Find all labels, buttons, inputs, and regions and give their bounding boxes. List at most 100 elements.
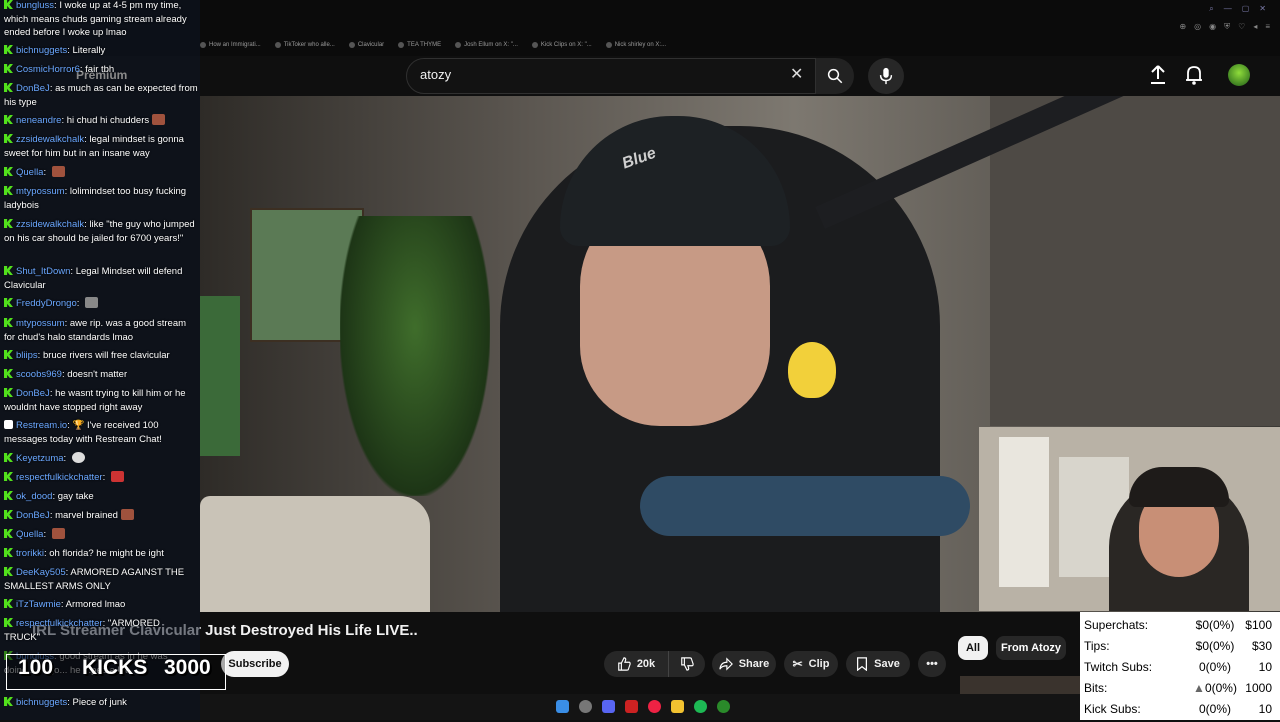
webcam-window-blinds [999, 437, 1049, 587]
chat-username: bichnuggets [16, 697, 68, 708]
chat-username: bliips [16, 350, 38, 361]
app-icon[interactable] [625, 700, 638, 713]
taskbar-icons [556, 700, 730, 713]
kick-icon [4, 529, 13, 538]
chat-message: Shut_ItDown: Legal Mindset will defend C… [4, 266, 183, 291]
thumbs-up-icon [617, 657, 631, 671]
emote-icon [71, 452, 85, 463]
chat-username: trorikki [16, 548, 44, 559]
speaker-icon[interactable]: ◂ [1253, 22, 1257, 32]
stat-label: Superchats: [1084, 618, 1149, 632]
clear-search-icon[interactable]: ✕ [790, 64, 803, 84]
window-controls: ⌕ — ▢ ✕ [1209, 4, 1266, 14]
webcam-cap [1129, 467, 1229, 507]
save-button[interactable]: Save [846, 651, 910, 677]
chat-username: Quella [16, 167, 44, 178]
shield-icon[interactable]: ⛨ [1224, 22, 1230, 32]
search-icon[interactable]: ⌕ [1209, 4, 1213, 14]
like-button[interactable]: 20k [604, 651, 668, 677]
chat-text: Armored lmao [65, 599, 126, 610]
chat-text: Literally [72, 45, 106, 56]
extension-icon[interactable]: ◎ [1194, 22, 1201, 32]
upload-icon[interactable] [1148, 64, 1168, 91]
bits-triangle-icon: ▲ [1193, 681, 1205, 695]
chat-username: DonBeJ [16, 83, 50, 94]
bookmark-item[interactable]: How an Immigrati... [200, 38, 261, 52]
xbox-icon[interactable] [717, 700, 730, 713]
chat-message: DonBeJ: he wasnt trying to kill him or h… [4, 388, 186, 413]
webcam-overlay [979, 427, 1280, 611]
chat-message: bliips: bruce rivers will free clavicula… [4, 349, 198, 363]
emote-icon [51, 166, 65, 177]
spotify-icon[interactable] [694, 700, 707, 713]
chat-message: iTzTawmie: Armored lmao [4, 598, 198, 612]
share-icon [719, 657, 733, 671]
bookmark-item[interactable]: Nick shirley on X:... [605, 38, 666, 52]
kick-icon [4, 45, 13, 54]
chat-message: Quella: [4, 528, 198, 542]
bookmark-item[interactable]: Clavicular [348, 38, 384, 52]
extension-icon[interactable]: ◉ [1209, 22, 1216, 32]
kick-icon [4, 369, 13, 378]
chat-message: bichnuggets: Piece of junk [4, 696, 198, 710]
voice-search-button[interactable] [868, 58, 904, 94]
chrome-icon[interactable] [648, 700, 661, 713]
stat-goal: 1000 [1245, 681, 1272, 695]
discord-icon[interactable] [602, 700, 615, 713]
bookmark-item[interactable]: TEA THYME [398, 38, 441, 52]
heart-icon[interactable]: ♡ [1238, 22, 1245, 32]
windows-start-icon[interactable] [556, 700, 569, 713]
stat-row-superchats: Superchats: $0(0%) $100 [1084, 618, 1276, 638]
like-count: 20k [636, 658, 656, 670]
kick-icon [4, 548, 13, 557]
subscribe-button[interactable]: Subscribe [221, 651, 289, 677]
kick-icon [4, 83, 13, 92]
menu-icon[interactable]: ≡ [1265, 22, 1270, 32]
search-query[interactable]: atozy [420, 67, 451, 82]
stat-goal: 10 [1258, 660, 1272, 674]
search-input[interactable] [406, 58, 816, 94]
save-label: Save [874, 658, 900, 670]
search-button[interactable] [816, 58, 854, 94]
thumbs-down-icon [681, 657, 694, 671]
close-icon[interactable]: ✕ [1259, 4, 1266, 14]
clip-label: Clip [808, 658, 830, 670]
emote-icon [152, 114, 166, 125]
kicks-label: KICKS [82, 656, 148, 679]
dislike-button[interactable] [668, 651, 705, 677]
emote-icon [51, 528, 65, 539]
folder-icon[interactable] [671, 700, 684, 713]
bookmark-item[interactable]: TikToker who alle... [274, 38, 335, 52]
share-button[interactable]: Share [712, 651, 776, 677]
chat-username: ok_dood [16, 491, 53, 502]
bookmark-item[interactable]: Kick Clips on X: "... [531, 38, 592, 52]
chat-username: bichnuggets [16, 45, 68, 56]
bookmarks-bar: How an Immigrati... TikToker who alle...… [200, 38, 666, 52]
chat-message: DonBeJ: as much as can be expected from … [4, 83, 198, 108]
chat-text: doesn't matter [67, 369, 128, 380]
chat-username: CosmicHorror6 [16, 64, 80, 75]
bookmark-item[interactable]: Josh Ellum on X: "... [455, 38, 518, 52]
chat-text: marvel brained [55, 510, 118, 521]
clip-button[interactable]: ✂ Clip [784, 651, 838, 677]
extension-icons: ⊕ ◎ ◉ ⛨ ♡ ◂ ≡ [1179, 22, 1270, 32]
chat-message: CosmicHorror6: fair tbh [4, 63, 198, 77]
stat-row-twitch-subs: Twitch Subs: 0(0%) 10 [1084, 660, 1276, 680]
room-window [990, 96, 1280, 426]
search-icon [827, 68, 843, 84]
zoom-icon[interactable]: ⊕ [1179, 22, 1186, 32]
kick-icon [4, 618, 13, 627]
chat-username: Quella [16, 529, 44, 540]
more-actions-button[interactable]: ••• [918, 651, 946, 677]
maximize-icon[interactable]: ▢ [1242, 4, 1250, 14]
chat-username: DonBeJ [16, 388, 50, 399]
chip-from-atozy[interactable]: From Atozy [996, 636, 1066, 660]
chat-message: FreddyDrongo: [4, 297, 198, 311]
chat-text: Piece of junk [72, 697, 127, 708]
chat-username: Keyetzuma [16, 453, 64, 464]
search-icon[interactable] [579, 700, 592, 713]
account-avatar[interactable] [1228, 64, 1250, 86]
minimize-icon[interactable]: — [1224, 4, 1232, 14]
chip-all[interactable]: All [958, 636, 988, 660]
notifications-bell-icon[interactable] [1184, 64, 1204, 91]
